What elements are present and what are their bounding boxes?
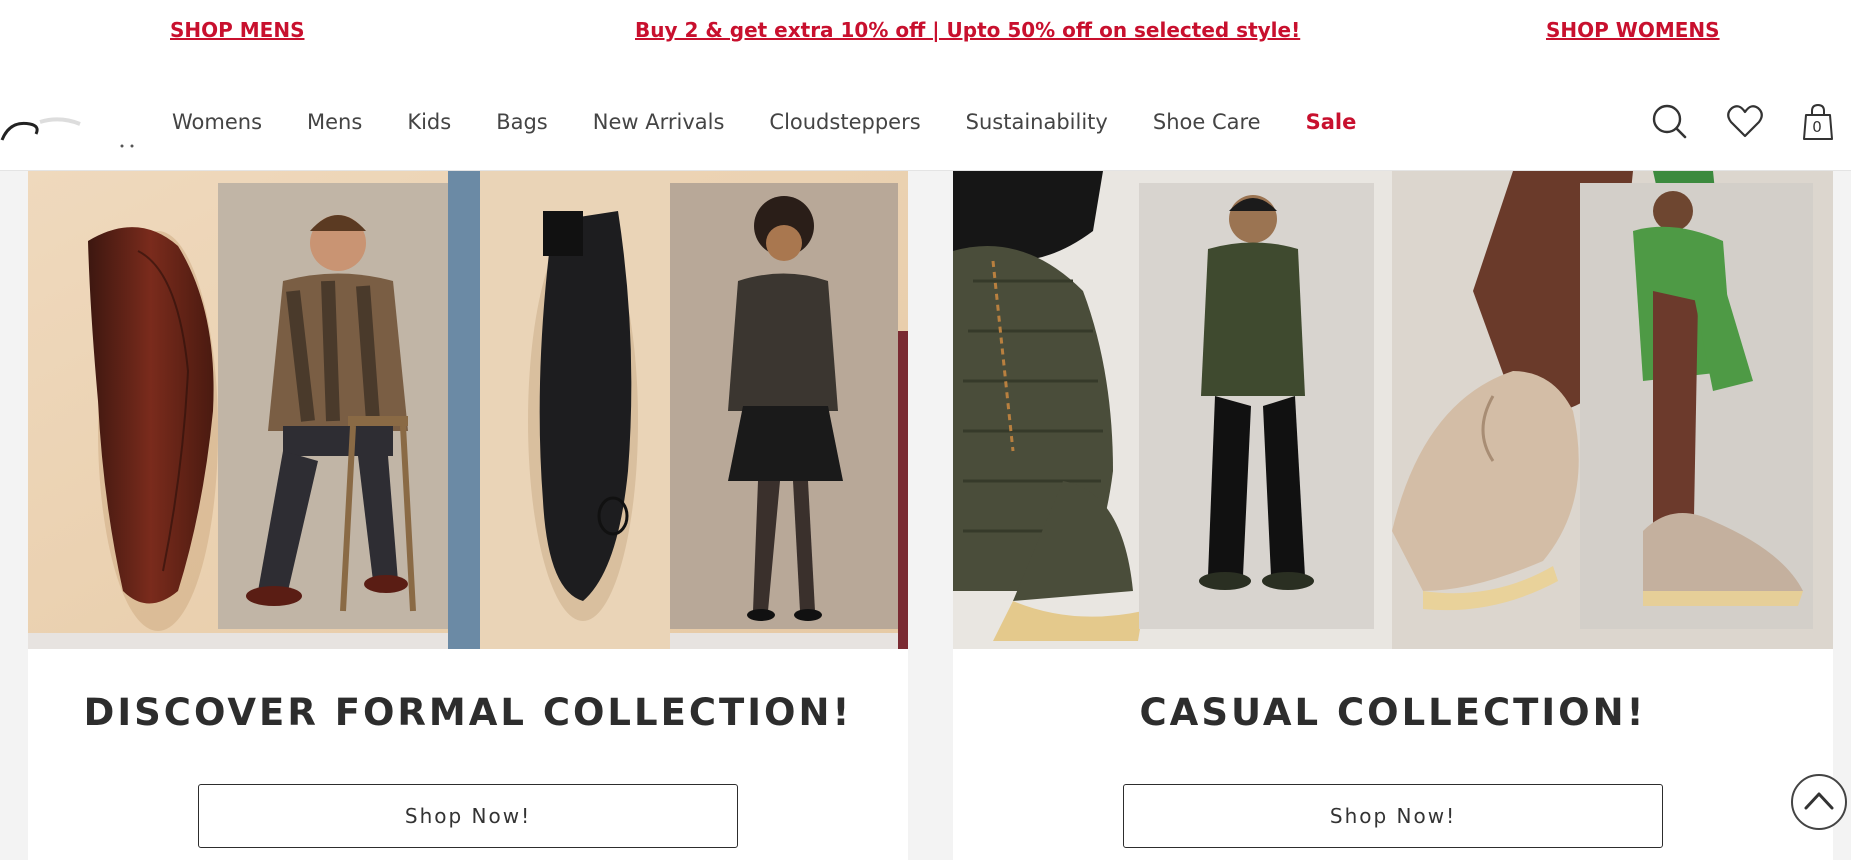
main-nav: Womens Mens Kids Bags New Arrivals Cloud… <box>172 110 1401 134</box>
nav-sale[interactable]: Sale <box>1306 110 1357 134</box>
nav-sustainability[interactable]: Sustainability <box>966 110 1108 134</box>
header-icons: 0 <box>1650 102 1840 142</box>
bag-count: 0 <box>1812 118 1822 136</box>
nav-shoe-care[interactable]: Shoe Care <box>1153 110 1261 134</box>
promo-bar: SHOP MENS Buy 2 & get extra 10% off | Up… <box>0 0 1851 62</box>
scroll-to-top-button[interactable] <box>1790 773 1848 831</box>
formal-collection-image[interactable] <box>28 171 908 649</box>
shopping-bag-icon[interactable]: 0 <box>1800 102 1840 142</box>
nav-mens[interactable]: Mens <box>307 110 362 134</box>
shop-womens-link[interactable]: SHOP WOMENS <box>1546 18 1720 42</box>
nav-new-arrivals[interactable]: New Arrivals <box>593 110 725 134</box>
casual-collection-image[interactable] <box>953 171 1833 649</box>
shop-mens-link[interactable]: SHOP MENS <box>170 18 304 42</box>
formal-collection-title: DISCOVER FORMAL COLLECTION! <box>83 691 853 734</box>
nav-bags[interactable]: Bags <box>496 110 548 134</box>
formal-shop-now-button[interactable]: Shop Now! <box>198 784 738 848</box>
nav-kids[interactable]: Kids <box>407 110 451 134</box>
search-icon[interactable] <box>1650 102 1690 142</box>
promo-offer-link[interactable]: Buy 2 & get extra 10% off | Upto 50% off… <box>635 18 1300 42</box>
nav-cloudsteppers[interactable]: Cloudsteppers <box>769 110 920 134</box>
heart-icon[interactable] <box>1725 102 1765 142</box>
brand-logo[interactable] <box>0 102 140 152</box>
casual-shop-now-button[interactable]: Shop Now! <box>1123 784 1663 848</box>
nav-womens[interactable]: Womens <box>172 110 262 134</box>
formal-collection-card[interactable]: DISCOVER FORMAL COLLECTION! Shop Now! <box>28 171 908 860</box>
casual-collection-title: CASUAL COLLECTION! <box>1139 691 1647 734</box>
site-header: Womens Mens Kids Bags New Arrivals Cloud… <box>0 62 1851 171</box>
casual-collection-card[interactable]: CASUAL COLLECTION! Shop Now! <box>953 171 1833 860</box>
